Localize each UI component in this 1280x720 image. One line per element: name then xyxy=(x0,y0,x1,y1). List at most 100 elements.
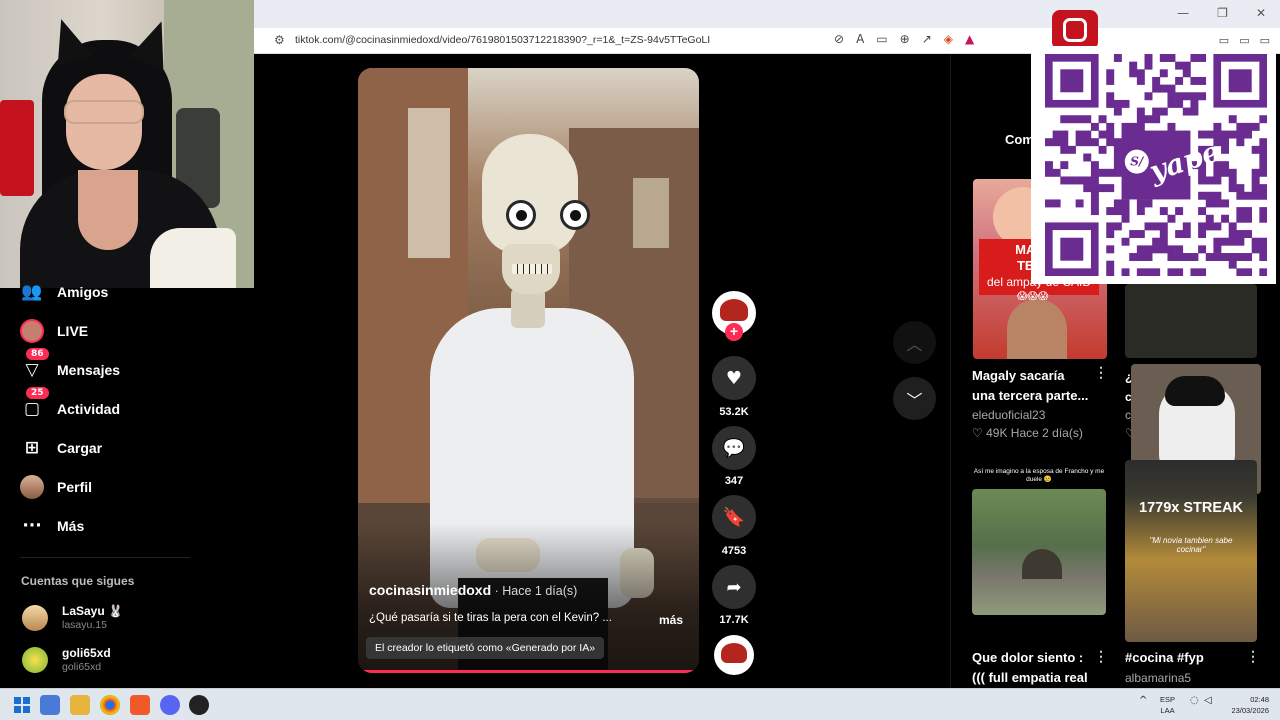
share-button[interactable]: ➦ xyxy=(712,565,756,609)
video-author[interactable]: cocinasinmiedoxd · Hace 1 día(s) xyxy=(369,582,577,598)
network-icon[interactable]: ◌ xyxy=(1190,695,1199,706)
qr-module xyxy=(1159,107,1168,116)
qr-module xyxy=(1221,168,1230,177)
save-button[interactable]: 🔖 xyxy=(712,495,756,539)
qr-module xyxy=(1144,92,1153,101)
qr-module xyxy=(1060,176,1069,185)
qr-module xyxy=(1060,145,1069,154)
following-account[interactable]: LaSayu 🐰 lasayu.15 xyxy=(22,604,123,631)
chrome-icon[interactable] xyxy=(100,695,120,715)
clock-date: 23/03/2026 xyxy=(1231,706,1269,715)
comment-button[interactable]: 💬 xyxy=(712,426,756,470)
system-clock[interactable]: 02:48 23/03/2026 xyxy=(1225,694,1269,716)
zoom-icon[interactable]: ⊕ xyxy=(900,32,910,46)
share-icon[interactable]: ↗ xyxy=(922,32,932,46)
qr-module xyxy=(1106,69,1115,78)
qr-module xyxy=(1098,145,1107,154)
qr-module xyxy=(1205,191,1214,200)
like-button[interactable]: ♥ xyxy=(712,356,756,400)
qr-module xyxy=(1152,222,1161,231)
sidebar-item-perfil[interactable]: Perfil xyxy=(20,475,92,499)
task-view-icon[interactable] xyxy=(40,695,60,715)
file-explorer-icon[interactable] xyxy=(70,695,90,715)
follow-plus-icon[interactable]: + xyxy=(725,323,743,341)
qr-module xyxy=(1244,191,1252,200)
next-video-button[interactable]: ﹀ xyxy=(893,377,936,420)
video-thumbnail[interactable] xyxy=(972,489,1106,615)
qr-module xyxy=(1106,168,1115,177)
video-card-title[interactable]: Magaly sacaría una tercera parte... xyxy=(972,366,1088,406)
site-settings-icon[interactable]: ⚙ xyxy=(274,33,285,47)
qr-module xyxy=(1098,130,1107,139)
qr-module xyxy=(1236,253,1245,261)
qr-module xyxy=(1259,115,1267,124)
sidebar-item-mensajes[interactable]: ▽ 86 Mensajes xyxy=(20,348,120,382)
profile-avatar xyxy=(20,475,44,499)
video-progress[interactable] xyxy=(358,670,699,673)
more-options-icon[interactable]: ⋮ xyxy=(1094,364,1108,381)
qr-module xyxy=(1190,99,1199,108)
more-options-icon[interactable]: ⋮ xyxy=(1246,648,1260,665)
language-indicator[interactable]: ESP LAA xyxy=(1160,694,1175,716)
sidebar-item-actividad[interactable]: ▢ 25 Actividad xyxy=(20,387,121,421)
more-options-icon[interactable]: ⋮ xyxy=(1094,648,1108,665)
qr-module xyxy=(1106,76,1115,85)
discord-icon[interactable] xyxy=(160,695,180,715)
rewards-icon[interactable]: ▲ xyxy=(965,32,974,46)
video-thumbnail[interactable] xyxy=(1125,284,1257,358)
close-button[interactable]: ✕ xyxy=(1256,6,1266,20)
previous-video-button[interactable]: ︿ xyxy=(893,321,936,364)
qr-module xyxy=(1159,207,1168,216)
qr-module xyxy=(1121,199,1130,208)
more-link[interactable]: más xyxy=(659,613,683,627)
thumbnail-streak-text: 1779x STREAK xyxy=(1139,500,1243,516)
card-author[interactable]: eleduoficial23 xyxy=(972,408,1045,422)
video-card-title[interactable]: Que dolor siento : ((( full empatia real xyxy=(972,648,1088,688)
translate-icon[interactable]: A xyxy=(856,32,864,46)
author-name[interactable]: cocinasinmiedoxd xyxy=(369,582,491,598)
messages-badge: 86 xyxy=(26,348,49,360)
brave-icon[interactable] xyxy=(130,695,150,715)
sidebar-item-label: Cargar xyxy=(57,440,103,456)
video-card-title[interactable]: #cocina #fyp xyxy=(1125,648,1204,668)
sidebar-item-cargar[interactable]: ⊞ Cargar xyxy=(20,436,102,460)
qr-module xyxy=(1167,268,1176,276)
thumbnail-caption: "Mi novia tambien sabe cocinar" xyxy=(1149,536,1233,554)
card-author[interactable]: albamarina5 xyxy=(1125,671,1191,685)
sidebar-item-mas[interactable]: ··· Más xyxy=(20,514,84,538)
qr-module xyxy=(1182,222,1191,231)
url-text[interactable]: tiktok.com/@cocinasinmiedoxd/video/76198… xyxy=(295,34,710,46)
sidebar-item-live[interactable]: LIVE xyxy=(20,319,88,343)
windows-taskbar: ^ ESP LAA ◌ ◁ 02:48 23/03/2026 xyxy=(0,688,1280,720)
music-disc-avatar[interactable] xyxy=(714,635,754,675)
qr-module xyxy=(1067,145,1076,154)
video-thumbnail[interactable]: 1779x STREAK "Mi novia tambien sabe coci… xyxy=(1125,460,1257,642)
reader-icon[interactable]: ▭ xyxy=(876,32,887,46)
brave-shield-icon[interactable]: ◈ xyxy=(944,32,953,46)
minimize-button[interactable]: — xyxy=(1177,6,1189,20)
start-button[interactable] xyxy=(14,697,30,713)
volume-icon[interactable]: ◁ xyxy=(1204,695,1212,706)
qr-module xyxy=(1259,191,1267,200)
qr-module xyxy=(1205,222,1214,231)
tab-comments[interactable]: Com xyxy=(1005,132,1034,147)
sidebar-item-label: Actividad xyxy=(57,401,121,417)
no-tracking-icon[interactable]: ⊘ xyxy=(834,32,844,46)
qr-module xyxy=(1182,253,1191,261)
qr-module xyxy=(1251,245,1260,254)
sidebar-item-amigos[interactable]: 👥 Amigos xyxy=(20,280,108,304)
maximize-button[interactable]: ❐ xyxy=(1217,6,1228,20)
more-icon: ··· xyxy=(22,516,42,536)
address-bar-actions: ⊘ A ▭ ⊕ ↗ ◈ ▲ xyxy=(834,32,974,46)
tray-chevron-icon[interactable]: ^ xyxy=(1139,695,1147,706)
obs-icon[interactable] xyxy=(189,695,209,715)
qr-module xyxy=(1113,145,1122,154)
qr-module xyxy=(1198,54,1207,62)
chevron-up-icon: ︿ xyxy=(906,334,923,354)
following-account[interactable]: goli65xd goli65xd xyxy=(22,646,111,673)
qr-module xyxy=(1182,92,1191,101)
qr-module xyxy=(1213,191,1222,200)
video-player[interactable]: cocinasinmiedoxd · Hace 1 día(s) ¿Qué pa… xyxy=(358,68,699,673)
qr-module xyxy=(1259,145,1267,154)
account-handle: goli65xd xyxy=(62,661,102,673)
